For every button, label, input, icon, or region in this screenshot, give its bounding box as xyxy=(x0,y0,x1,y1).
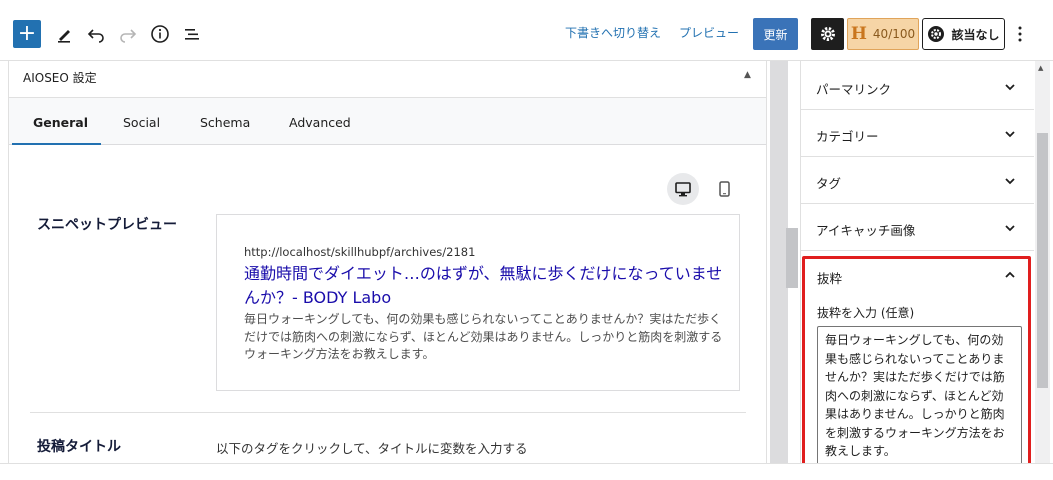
sidebar-scrollbar-thumb[interactable] xyxy=(1037,133,1048,388)
sidebar-item-label: タグ xyxy=(816,176,842,191)
snippet-preview-card: http://localhost/skillhubpf/archives/218… xyxy=(216,214,740,391)
list-view-icon[interactable] xyxy=(178,20,206,48)
aioseo-status-label: 該当なし xyxy=(951,27,1000,42)
aioseo-score-button[interactable]: 該当なし xyxy=(922,18,1005,50)
sidebar-item-featured-image[interactable]: アイキャッチ画像 xyxy=(801,204,1034,251)
chevron-down-icon xyxy=(1005,178,1015,185)
sidebar-item-label: パーマリンク xyxy=(816,82,892,97)
mobile-preview-icon[interactable] xyxy=(708,173,740,205)
tab-general[interactable]: General xyxy=(33,115,88,130)
excerpt-textarea[interactable]: 毎日ウォーキングしても、何の効果も感じられないってことありませんか？実はただ歩く… xyxy=(817,326,1022,465)
sidebar-item-permalink[interactable]: パーマリンク xyxy=(801,63,1034,110)
headline-h-icon: H xyxy=(850,24,867,44)
add-block-button[interactable]: + xyxy=(13,20,41,48)
active-tab-indicator xyxy=(12,143,101,145)
editor-scrollbar-thumb[interactable] xyxy=(786,228,798,288)
tab-social[interactable]: Social xyxy=(123,115,160,130)
chevron-down-icon xyxy=(1005,84,1015,91)
post-title-hint: 以下のタグをクリックして、タイトルに変数を入力する xyxy=(216,441,528,456)
sidebar-item-tags[interactable]: タグ xyxy=(801,157,1034,204)
aioseo-logo-icon xyxy=(928,26,945,42)
snippet-title: 通勤時間でダイエット…のはずが、無駄に歩くだけになっていませんか？- BODY … xyxy=(244,264,723,307)
headline-analyzer-button[interactable]: H 40/100 xyxy=(847,18,919,50)
aioseo-tabs: General Social Schema Advanced xyxy=(9,98,766,145)
chevron-down-icon xyxy=(1005,131,1015,138)
snippet-url: http://localhost/skillhubpf/archives/218… xyxy=(244,245,476,259)
excerpt-panel: 抜粋 抜粋を入力 (任意) 毎日ウォーキングしても、何の効果も感じられないってこ… xyxy=(802,256,1031,470)
preview-button[interactable]: プレビュー xyxy=(679,24,739,41)
sidebar-item-label: アイキャッチ画像 xyxy=(816,223,916,238)
info-icon[interactable] xyxy=(146,20,174,48)
chevron-down-icon xyxy=(1005,225,1015,232)
post-title-label: 投稿タイトル xyxy=(37,439,121,455)
redo-icon[interactable] xyxy=(114,20,142,48)
section-divider xyxy=(30,412,746,413)
snippet-preview-label: スニペットプレビュー xyxy=(37,217,177,233)
tab-schema[interactable]: Schema xyxy=(200,115,250,130)
desktop-preview-icon[interactable] xyxy=(667,173,699,205)
sidebar-item-label: カテゴリー xyxy=(816,129,879,144)
editor-toolbar: + 下書きへ切り替え プレビュー 更新 H 40/100 該当なし xyxy=(0,0,1053,61)
headline-score: 40/100 xyxy=(872,27,916,41)
undo-icon[interactable] xyxy=(82,20,110,48)
sidebar-item-categories[interactable]: カテゴリー xyxy=(801,110,1034,157)
aioseo-panel-header[interactable]: AIOSEO 設定 ▲ xyxy=(9,61,766,98)
update-button[interactable]: 更新 xyxy=(753,18,798,50)
pencil-tools-icon[interactable] xyxy=(50,20,78,48)
tab-advanced[interactable]: Advanced xyxy=(289,115,351,130)
chevron-up-icon[interactable] xyxy=(1003,268,1017,282)
excerpt-panel-title[interactable]: 抜粋 xyxy=(817,268,842,287)
excerpt-field-label: 抜粋を入力 (任意) xyxy=(817,306,915,320)
snippet-description: 毎日ウォーキングしても、何の効果も感じられないってことありませんか？実はただ歩く… xyxy=(244,312,723,361)
more-options-icon[interactable] xyxy=(1010,20,1030,48)
collapse-caret-icon[interactable]: ▲ xyxy=(744,70,751,80)
switch-to-draft-button[interactable]: 下書きへ切り替え xyxy=(565,24,661,41)
bottom-edge xyxy=(0,463,1053,480)
aioseo-panel-title: AIOSEO 設定 xyxy=(23,71,97,85)
settings-gear-icon[interactable] xyxy=(811,18,844,50)
scroll-up-arrow-icon[interactable]: ▲ xyxy=(1038,64,1043,72)
